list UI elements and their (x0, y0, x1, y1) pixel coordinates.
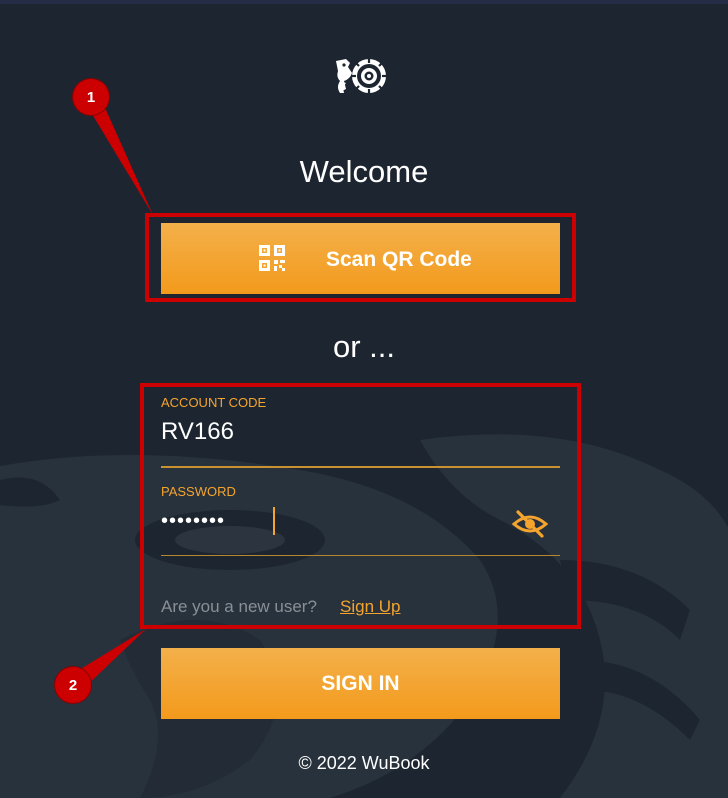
annotation-marker-1: 1 (73, 79, 109, 115)
annotation-pointers (66, 92, 153, 690)
annotation-marker-2: 2 (55, 667, 91, 703)
